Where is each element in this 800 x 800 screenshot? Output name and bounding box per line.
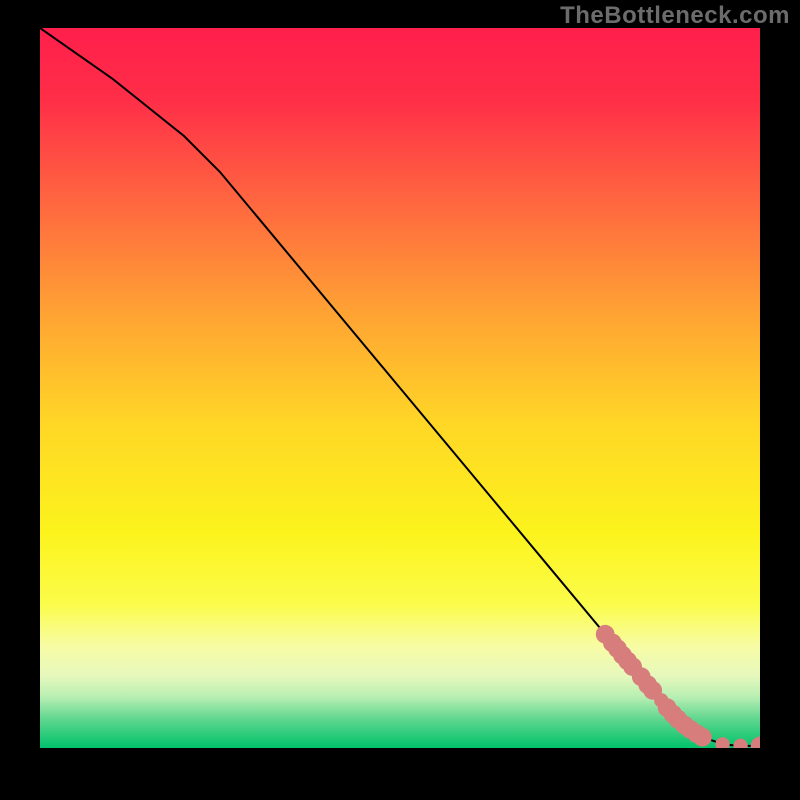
chart-marker xyxy=(693,728,712,747)
chart-plot-area xyxy=(40,28,760,748)
watermark-text: TheBottleneck.com xyxy=(560,2,790,30)
chart-stage: TheBottleneck.com xyxy=(0,0,800,800)
chart-svg xyxy=(40,28,760,748)
